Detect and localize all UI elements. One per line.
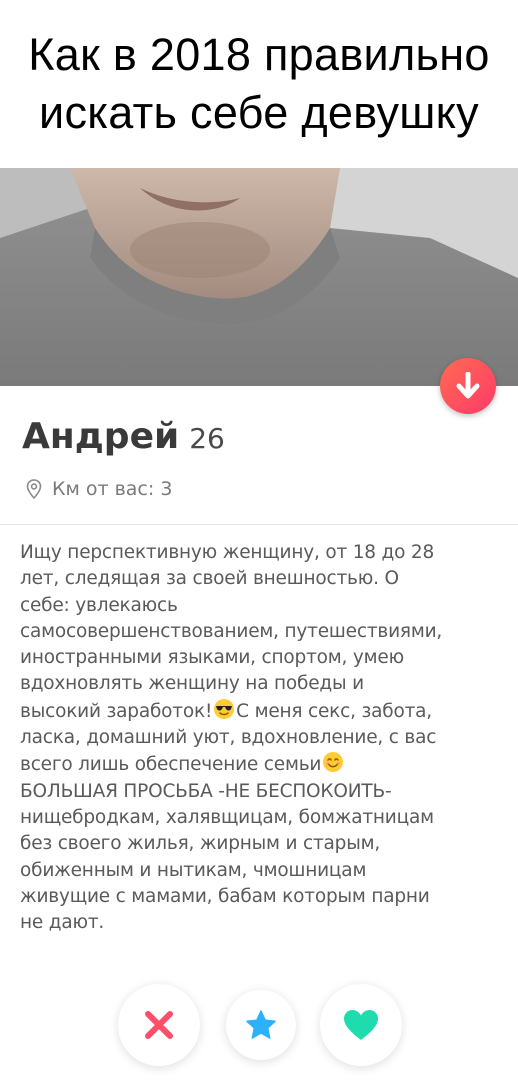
x-icon xyxy=(145,1011,173,1039)
bio-line: иностранными языками, спортом, умею xyxy=(20,647,404,669)
meme-caption-line-2: искать себе девушку xyxy=(39,87,479,138)
meme-caption-line-1: Как в 2018 правильно xyxy=(28,29,490,80)
bio-line: живущие с мамами, бабам которым парни xyxy=(20,885,430,907)
profile-photo-image xyxy=(0,168,518,386)
profile-name: Андрей xyxy=(22,416,180,457)
profile-photo[interactable] xyxy=(0,168,518,386)
bio-line: без своего жилья, жирным и старым, xyxy=(20,833,381,855)
sunglasses-emoji-icon xyxy=(214,698,235,719)
profile-bio: Ищу перспективную женщину, от 18 до 28 л… xyxy=(20,540,510,936)
star-icon xyxy=(246,1010,276,1039)
bio-line: ласка, домашний уют, вдохновление, с вас xyxy=(20,727,437,749)
bio-line: лет, следящая за своей внешностью. О xyxy=(20,568,399,590)
smiling-emoji-icon xyxy=(323,752,344,773)
bio-line: С меня секс, забота, xyxy=(236,700,432,722)
bio-line: Ищу перспективную женщину, от 18 до 28 xyxy=(20,542,435,563)
nope-button[interactable] xyxy=(118,984,200,1066)
distance-line: Км от вас: 3 xyxy=(26,478,172,500)
bio-line: самосовершенствованием, путешествиями, xyxy=(20,620,443,642)
profile-age: 26 xyxy=(189,422,225,455)
bio-line: высокий заработок! xyxy=(20,700,213,722)
bio-line-with-emoji: высокий заработок! С меня секс, забота, xyxy=(20,698,510,725)
meme-caption: Как в 2018 правильно искать себе девушку xyxy=(0,0,518,168)
bio-line: вдохновлять женщину на победы и xyxy=(20,673,364,695)
bio-line: обиженным и нытикам, чмошницам xyxy=(20,859,367,881)
bio-line: нищебродкам, халявщицам, бомжатницам xyxy=(20,806,434,828)
profile-header: Андрей 26 Км от вас: 3 xyxy=(0,386,518,525)
bio-line: себе: увлекаюсь xyxy=(20,594,178,616)
superlike-button[interactable] xyxy=(226,990,296,1060)
arrow-down-icon xyxy=(456,372,480,399)
like-button[interactable] xyxy=(320,984,402,1066)
collapse-profile-button[interactable] xyxy=(440,358,496,414)
bio-line: всего лишь обеспечение семьи xyxy=(20,754,322,776)
distance-text: Км от вас: 3 xyxy=(52,478,173,500)
name-age-line: Андрей 26 xyxy=(22,416,225,457)
bio-line: не дают. xyxy=(20,912,105,934)
location-pin-icon xyxy=(26,479,42,499)
bio-line: БОЛЬШАЯ ПРОСЬБА -НЕ БЕСПОКОИТЬ- xyxy=(20,780,392,802)
bio-line-with-emoji: всего лишь обеспечение семьи xyxy=(20,751,510,778)
heart-icon xyxy=(344,1010,378,1040)
